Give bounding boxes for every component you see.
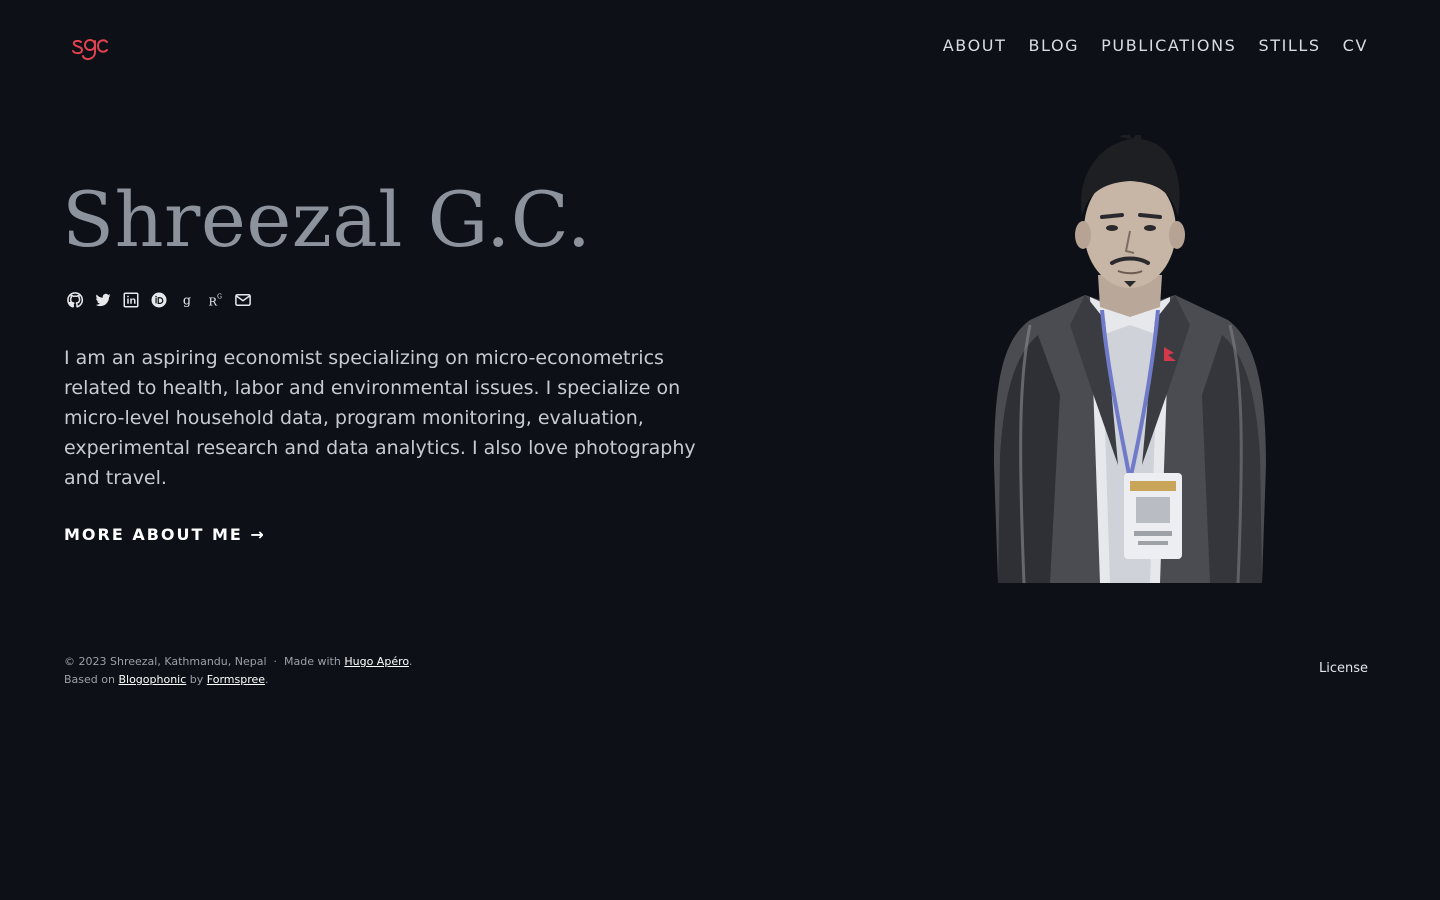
- twitter-icon[interactable]: [92, 289, 114, 311]
- linkedin-icon[interactable]: [120, 289, 142, 311]
- footer-separator: ·: [273, 655, 278, 668]
- email-icon[interactable]: [232, 289, 254, 311]
- nav-cv[interactable]: CV: [1343, 36, 1368, 56]
- nav-stills[interactable]: STILLS: [1258, 36, 1320, 56]
- copyright-text: © 2023 Shreezal, Kathmandu, Nepal: [64, 655, 267, 668]
- social-links: g RG: [64, 289, 254, 311]
- more-about-me-link[interactable]: MORE ABOUT ME →: [64, 524, 266, 546]
- license-link[interactable]: License: [1319, 660, 1368, 678]
- svg-text:G: G: [217, 294, 222, 301]
- sgc-logo-icon: [72, 39, 108, 61]
- svg-text:R: R: [209, 295, 218, 308]
- nav-about[interactable]: ABOUT: [943, 36, 1007, 56]
- main-nav: ABOUT BLOG PUBLICATIONS STILLS CV: [943, 36, 1368, 56]
- by-text: by: [189, 673, 204, 686]
- nav-blog[interactable]: BLOG: [1028, 36, 1079, 56]
- portrait-image: [994, 135, 1266, 583]
- footer-line-2: Based on Blogophonic by Formspree.: [64, 671, 412, 689]
- page-title: Shreezal G.C.: [62, 175, 592, 264]
- footer-period: .: [408, 655, 413, 668]
- svg-text:g: g: [183, 294, 191, 309]
- footer-credits: © 2023 Shreezal, Kathmandu, Nepal · Made…: [64, 653, 412, 689]
- google-scholar-icon[interactable]: g: [176, 289, 198, 311]
- footer-line-1: © 2023 Shreezal, Kathmandu, Nepal · Made…: [64, 653, 412, 671]
- blogophonic-link[interactable]: Blogophonic: [118, 673, 186, 686]
- hugo-apero-link[interactable]: Hugo Apéro: [344, 655, 409, 668]
- researchgate-icon[interactable]: RG: [204, 289, 226, 311]
- bio-text: I am an aspiring economist specializing …: [64, 347, 696, 489]
- site-logo[interactable]: [70, 30, 110, 66]
- nav-publications[interactable]: PUBLICATIONS: [1101, 36, 1236, 56]
- based-on-text: Based on: [64, 673, 115, 686]
- formspree-link[interactable]: Formspree: [207, 673, 265, 686]
- github-icon[interactable]: [64, 289, 86, 311]
- orcid-icon[interactable]: [148, 289, 170, 311]
- made-with-text: Made with: [284, 655, 341, 668]
- footer-period: .: [265, 673, 269, 686]
